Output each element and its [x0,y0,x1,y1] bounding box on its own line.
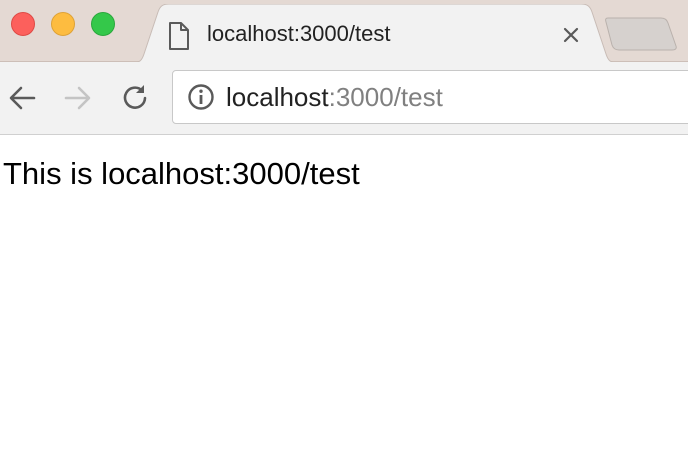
url-text[interactable]: localhost:3000/test [226,81,443,113]
window-minimize-button[interactable] [51,12,75,36]
url-host: localhost [226,82,329,112]
close-icon[interactable] [560,24,582,46]
title-bar: localhost:3000/test [0,0,688,63]
new-tab-button[interactable] [605,16,679,52]
reload-icon[interactable] [118,81,152,115]
window-close-button[interactable] [11,12,35,36]
window-maximize-button[interactable] [91,12,115,36]
tab-title: localhost:3000/test [207,21,391,46]
page-content: This is localhost:3000/test [0,135,688,470]
address-bar[interactable]: localhost:3000/test [172,70,688,124]
page-text: This is localhost:3000/test [3,156,360,191]
file-icon [169,22,189,50]
url-path: :3000/test [328,82,443,112]
browser-toolbar: localhost:3000/test [0,62,688,135]
forward-arrow-icon[interactable] [61,81,95,115]
back-arrow-icon[interactable] [5,81,39,115]
active-tab[interactable]: localhost:3000/test [132,4,618,63]
info-icon[interactable] [187,83,215,111]
